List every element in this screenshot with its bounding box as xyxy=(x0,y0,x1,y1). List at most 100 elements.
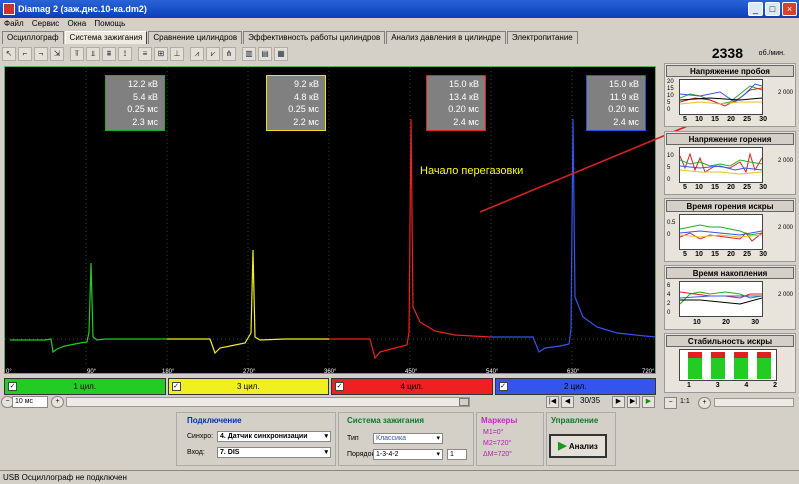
analyze-button[interactable]: ▶ Анализ xyxy=(549,434,607,458)
tab-power-supply[interactable]: Электропитание xyxy=(506,31,578,44)
panel-zoom-out-icon[interactable]: − xyxy=(664,397,677,409)
waveform-tool-icon[interactable]: ⫪ xyxy=(70,47,84,61)
info-burn-time: 0.25 мс xyxy=(288,104,319,114)
stability-bar-2 xyxy=(757,352,771,379)
last-frame-icon[interactable]: ▶| xyxy=(627,396,640,408)
waveform-overlay-icon[interactable]: ⫫ xyxy=(86,47,100,61)
info-breakdown-voltage: 15.0 кВ xyxy=(609,79,639,89)
close-button[interactable]: × xyxy=(782,2,797,16)
sync-label: Синхро: xyxy=(187,433,214,440)
panel-breakdown-voltage: Напряжение пробоя 20 15 10 5 0 2 000 5 10 15 20… xyxy=(664,63,796,127)
tab-cylinder-compare[interactable]: Сравнение цилиндров xyxy=(148,31,243,44)
sync-select[interactable]: 4. Датчик синхронизации ▾ xyxy=(217,431,331,442)
maximize-button[interactable]: □ xyxy=(765,2,780,16)
x-axis: 0° 90° 180° 270° 360° 450° 540° 630° 720… xyxy=(4,369,656,378)
x-ticks: 1342 xyxy=(687,382,777,389)
rpm-scale: 2 000 xyxy=(777,225,793,231)
y-ticks: 6420 xyxy=(667,283,671,316)
tab-pressure-analysis[interactable]: Анализ давления в цилиндре xyxy=(386,31,506,44)
order-number: 1 xyxy=(450,451,454,458)
info-breakdown-voltage: 15.0 кВ xyxy=(449,79,479,89)
rpm-scale: 2 000 xyxy=(777,158,793,164)
signal-c-icon[interactable]: ⋔ xyxy=(222,47,236,61)
panel-spark-duration: Время горения искры 0.5 0 2 000 5 10 15 20 25… xyxy=(664,198,796,262)
panel-title: Время горения искры xyxy=(666,200,794,212)
tick-360: 360° xyxy=(324,369,337,375)
scroll-track[interactable] xyxy=(66,397,470,407)
tick-450: 450° xyxy=(405,369,418,375)
minimize-button[interactable]: _ xyxy=(748,2,763,16)
mini-chart[interactable] xyxy=(679,79,763,115)
cylinder-4-checkbox[interactable]: ✓ xyxy=(335,382,344,391)
y-ticks: 10 5 0 xyxy=(667,153,674,183)
panel-burn-voltage: Напряжение горения 10 5 0 2 000 5 10 15 20 25 3… xyxy=(664,131,796,195)
cursor-tool-icon[interactable]: ↖ xyxy=(2,47,16,61)
step-tool-icon[interactable]: ⌐ xyxy=(18,47,32,61)
order-label: Порядок xyxy=(347,451,375,458)
cylinder-1-checkbox[interactable]: ✓ xyxy=(8,382,17,391)
prev-frame-icon[interactable]: ◀ xyxy=(561,396,574,408)
next-frame-icon[interactable]: ▶ xyxy=(612,396,625,408)
cylinder-2-toggle[interactable]: ✓ 2 цил. xyxy=(494,378,656,395)
panel-zoom-in-icon[interactable]: + xyxy=(698,397,711,409)
mini-chart[interactable] xyxy=(679,214,763,250)
grid-tool-icon[interactable]: ⊞ xyxy=(154,47,168,61)
trace-cyl-3 xyxy=(167,249,329,355)
frame-counter: 30/35 xyxy=(580,396,601,405)
rpm-unit: об./мин. xyxy=(758,50,785,57)
panel-title: Время накопления xyxy=(666,267,794,279)
tab-ignition-system[interactable]: Система зажигания xyxy=(64,31,148,44)
lines-tool-icon[interactable]: ≡ xyxy=(138,47,152,61)
waveform-parade-icon[interactable]: ⟟ xyxy=(118,47,132,61)
cylinder-selector: ✓ 1 цил. ✓ 3 цил. ✓ 4 цил. ✓ 2 цил. xyxy=(4,378,656,395)
info-box-cyl-1: 12.2 кВ 5.4 кВ 0.25 мс 2.3 мс xyxy=(105,75,165,131)
cylinder-4-label: 4 цил. xyxy=(400,382,424,391)
stability-chart[interactable] xyxy=(679,349,777,381)
menu-service[interactable]: Сервис xyxy=(32,19,59,28)
menu-help[interactable]: Помощь xyxy=(94,19,125,28)
order-select[interactable]: 1-3-4-2 ▾ xyxy=(373,449,443,460)
info-burn-voltage: 5.4 кВ xyxy=(133,91,158,102)
mini-chart[interactable] xyxy=(679,147,763,183)
control-title: Управление xyxy=(551,416,599,425)
tab-oscilloscope[interactable]: Осциллограф xyxy=(2,31,64,44)
status-bar: USB Осциллограф не подключен xyxy=(0,470,799,484)
time-scale-select[interactable]: 10 мс xyxy=(12,396,48,408)
type-select[interactable]: Классика ▾ xyxy=(373,433,443,444)
chevron-down-icon: ▾ xyxy=(324,433,328,440)
cylinder-2-checkbox[interactable]: ✓ xyxy=(498,382,508,391)
panel-scrollbar[interactable] xyxy=(714,398,794,407)
step-back-tool-icon[interactable]: ¬ xyxy=(34,47,48,61)
zoom-in-icon[interactable]: + xyxy=(51,396,64,408)
first-frame-icon[interactable]: |◀ xyxy=(546,396,559,408)
cylinder-1-toggle[interactable]: ✓ 1 цил. xyxy=(4,378,166,395)
waveform-stack-icon[interactable]: ⩩ xyxy=(102,47,116,61)
tab-cylinder-efficiency[interactable]: Эффективность работы цилиндров xyxy=(243,31,386,44)
menu-windows[interactable]: Окна xyxy=(68,19,87,28)
bar-chart-3-icon[interactable]: ▦ xyxy=(274,47,288,61)
play-icon: ▶ xyxy=(558,440,567,452)
y-ticks: 20 15 10 5 0 xyxy=(667,79,674,113)
input-select[interactable]: 7. DIS ▾ xyxy=(217,447,331,458)
cylinder-3-checkbox[interactable]: ✓ xyxy=(171,382,181,391)
markers-tool-icon[interactable]: ⊥ xyxy=(170,47,184,61)
signal-b-icon[interactable]: ⩗ xyxy=(206,47,220,61)
info-dwell-time: 2.2 мс xyxy=(293,116,319,127)
bar-chart-icon[interactable]: ▥ xyxy=(242,47,256,61)
bar-chart-2-icon[interactable]: ▤ xyxy=(258,47,272,61)
mini-chart[interactable] xyxy=(679,281,763,317)
measure-tool-icon[interactable]: ⇲ xyxy=(50,47,64,61)
ignition-group: Система зажигания Тип Классика ▾ Порядок … xyxy=(338,412,474,466)
menu-file[interactable]: Файл xyxy=(4,19,24,28)
signal-a-icon[interactable]: ⩘ xyxy=(190,47,204,61)
info-breakdown-voltage: 12.2 кВ xyxy=(128,79,158,89)
info-dwell-time: 2.3 мс xyxy=(132,116,158,127)
panel-title: Стабильность искры xyxy=(666,335,794,347)
cylinder-4-toggle[interactable]: ✓ 4 цил. xyxy=(331,378,493,395)
order-stepper[interactable]: 1 xyxy=(447,449,467,460)
cylinder-3-toggle[interactable]: ✓ 3 цил. xyxy=(167,378,329,395)
play-icon[interactable]: ▶ xyxy=(642,396,655,408)
markers-title: Маркеры xyxy=(481,416,518,425)
scroll-thumb[interactable] xyxy=(459,398,469,406)
info-breakdown-voltage: 9.2 кВ xyxy=(294,79,319,89)
